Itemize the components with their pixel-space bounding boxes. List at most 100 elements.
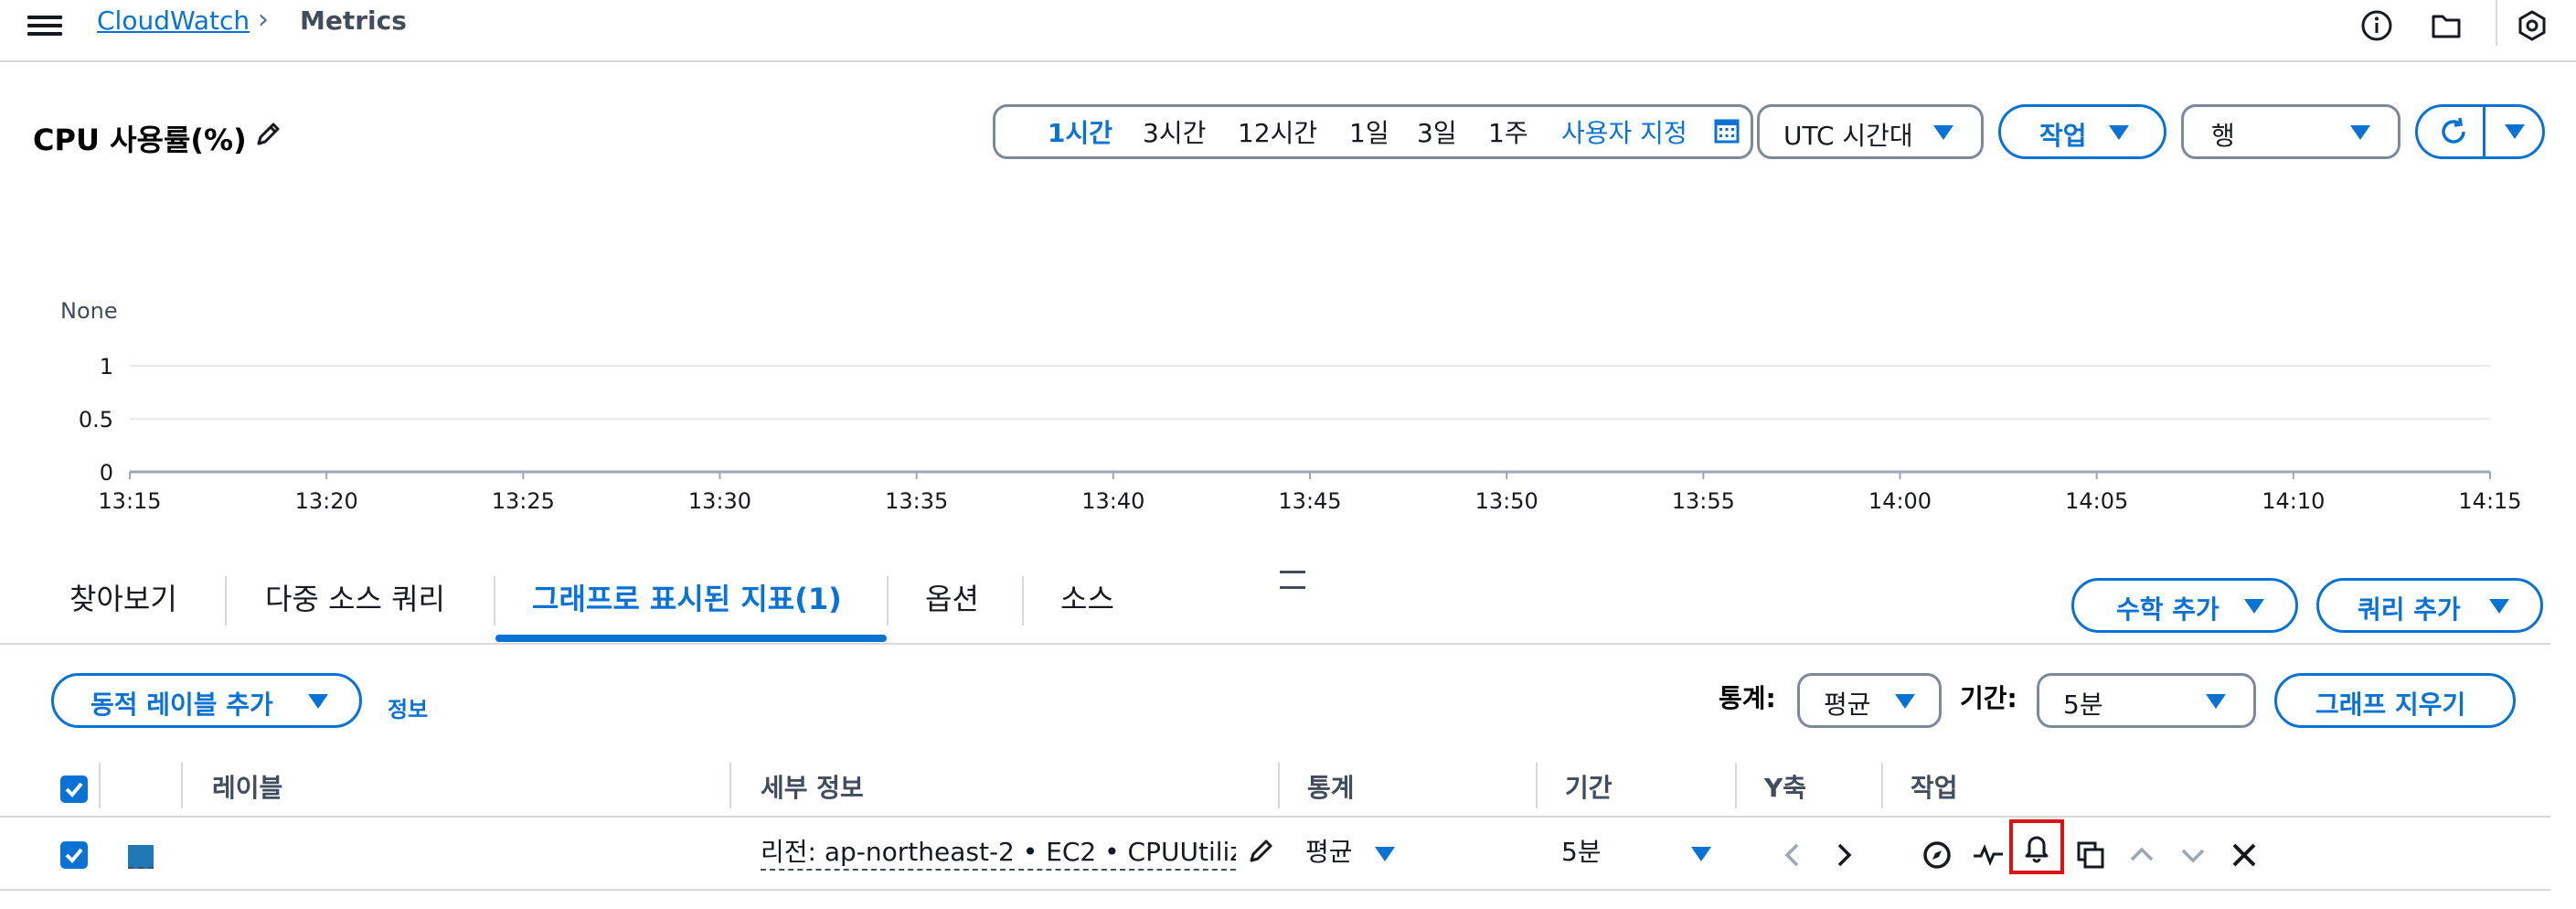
timezone-dropdown[interactable]: UTC 시간대	[1757, 104, 1984, 159]
time-range-1h[interactable]: 1시간	[1048, 113, 1112, 150]
tab-multi-source-query[interactable]: 다중 소스 쿼리	[265, 576, 445, 618]
add-math-button[interactable]: 수학 추가	[2071, 578, 2298, 633]
x-tick-label: 13:20	[295, 488, 358, 514]
x-tick-label: 13:50	[1475, 488, 1538, 514]
caret-down-icon[interactable]	[1691, 847, 1711, 861]
row-checkbox[interactable]	[60, 841, 88, 869]
caret-down-icon	[2244, 599, 2264, 614]
check-icon	[65, 782, 83, 797]
x-tick-label: 14:15	[2458, 488, 2521, 514]
chevron-right-icon[interactable]	[1826, 838, 1861, 872]
caret-down-icon	[2206, 694, 2226, 709]
y-tick-label: 0	[100, 460, 113, 486]
add-math-label: 수학 추가	[2116, 594, 2219, 625]
compass-icon[interactable]	[1920, 838, 1954, 872]
column-header-actions[interactable]: 작업	[1911, 768, 1958, 805]
edit-title-icon[interactable]	[252, 119, 283, 150]
chevron-up-icon[interactable]	[2124, 838, 2159, 872]
breadcrumb-current: Metrics	[300, 5, 407, 36]
column-divider	[1536, 763, 1538, 808]
bell-alarm-icon[interactable]	[2019, 829, 2054, 864]
page-title: CPU 사용률(%)	[33, 123, 247, 157]
close-icon[interactable]	[2227, 838, 2262, 872]
column-divider	[1278, 763, 1280, 808]
edit-details-icon[interactable]	[1245, 836, 1276, 867]
actions-label: 작업	[2039, 121, 2087, 151]
add-query-label: 쿼리 추가	[2358, 594, 2461, 625]
actions-dropdown-button[interactable]: 작업	[1998, 104, 2166, 159]
breadcrumb-cloudwatch[interactable]: CloudWatch	[97, 5, 250, 36]
split-divider	[2483, 106, 2486, 157]
caret-down-icon[interactable]	[1375, 847, 1395, 861]
time-range-1d[interactable]: 1일	[1349, 113, 1389, 150]
column-header-period[interactable]: 기간	[1565, 768, 1613, 805]
x-tick-label: 13:25	[492, 488, 555, 514]
tab-divider	[1022, 576, 1024, 626]
time-range-3h[interactable]: 3시간	[1143, 113, 1206, 150]
caret-down-icon	[1895, 694, 1915, 709]
table-row-rule	[0, 889, 2550, 891]
select-all-checkbox[interactable]	[60, 775, 88, 803]
add-dynamic-label-text: 동적 레이블 추가	[90, 690, 273, 720]
chevron-left-icon[interactable]	[1775, 838, 1810, 872]
column-header-y-axis[interactable]: Y축	[1764, 768, 1806, 805]
resize-handle-icon[interactable]	[1280, 571, 1305, 589]
tab-browse[interactable]: 찾아보기	[69, 576, 177, 618]
refresh-options-button[interactable]	[2488, 106, 2541, 157]
statistic-dropdown[interactable]: 평균	[1797, 673, 1942, 728]
time-range-custom[interactable]: 사용자 지정	[1561, 113, 1687, 150]
add-dynamic-label-button[interactable]: 동적 레이블 추가	[51, 673, 362, 728]
folder-icon[interactable]	[2428, 7, 2464, 44]
caret-down-icon	[2350, 125, 2370, 140]
series-color-swatch[interactable]	[128, 845, 154, 869]
chevron-right-icon: ›	[258, 4, 269, 36]
x-tick-label: 13:30	[688, 488, 751, 514]
tab-graphed-metrics[interactable]: 그래프로 표시된 지표(1)	[532, 576, 842, 618]
column-header-details[interactable]: 세부 정보	[761, 768, 864, 805]
timezone-label: UTC 시간대	[1783, 121, 1913, 151]
time-range-12h[interactable]: 12시간	[1238, 113, 1317, 150]
column-header-statistic[interactable]: 통계	[1307, 768, 1355, 805]
x-tick-label: 13:15	[98, 488, 161, 514]
table-header-rule	[0, 816, 2550, 818]
statistic-value: 평균	[1824, 690, 1871, 720]
tabs-divider-line	[0, 643, 2550, 645]
y-axis-unit-label: None	[60, 298, 118, 324]
tab-options[interactable]: 옵션	[925, 576, 979, 618]
statistic-label: 통계:	[1719, 683, 1776, 713]
x-tick-label: 13:45	[1278, 488, 1341, 514]
column-divider	[99, 763, 101, 808]
clear-graph-button[interactable]: 그래프 지우기	[2274, 673, 2516, 728]
y-tick-label: 1	[100, 354, 113, 380]
row-details[interactable]: 리전: ap-northeast-2 • EC2 • CPUUtilizatic	[761, 832, 1236, 871]
view-type-dropdown[interactable]: 행	[2181, 104, 2400, 159]
settings-hexagon-icon[interactable]	[2514, 7, 2550, 44]
clear-graph-label: 그래프 지우기	[2315, 690, 2466, 720]
column-divider	[1881, 763, 1883, 808]
column-divider	[729, 763, 731, 808]
chevron-down-icon[interactable]	[2176, 838, 2210, 872]
caret-down-icon	[1933, 125, 1953, 140]
add-query-button[interactable]: 쿼리 추가	[2316, 578, 2543, 633]
row-statistic[interactable]: 평균	[1305, 832, 1353, 869]
tab-source[interactable]: 소스	[1060, 576, 1114, 618]
top-bar-divider	[2496, 0, 2497, 46]
info-link[interactable]: 정보	[388, 691, 428, 723]
x-tick-label: 14:10	[2262, 488, 2325, 514]
info-icon[interactable]	[2358, 7, 2395, 44]
x-tick-label: 13:55	[1672, 488, 1735, 514]
period-value: 5분	[2063, 690, 2103, 720]
menu-icon[interactable]	[27, 11, 62, 38]
tab-divider	[225, 576, 227, 626]
y-tick-label: 0.5	[79, 407, 113, 433]
pulse-icon[interactable]	[1971, 838, 2006, 872]
row-period[interactable]: 5분	[1561, 832, 1602, 869]
copy-icon[interactable]	[2073, 838, 2108, 872]
refresh-icon[interactable]	[2435, 113, 2472, 150]
column-header-label[interactable]: 레이블	[212, 768, 282, 805]
period-dropdown[interactable]: 5분	[2037, 673, 2256, 728]
time-range-3d[interactable]: 3일	[1417, 113, 1457, 150]
calendar-icon[interactable]	[1713, 117, 1740, 144]
time-range-1w[interactable]: 1주	[1488, 113, 1528, 150]
cpu-chart: None 1 0.5 013:15 13:20 13:25 13:30 13:35 13:40 1…	[60, 298, 2522, 514]
